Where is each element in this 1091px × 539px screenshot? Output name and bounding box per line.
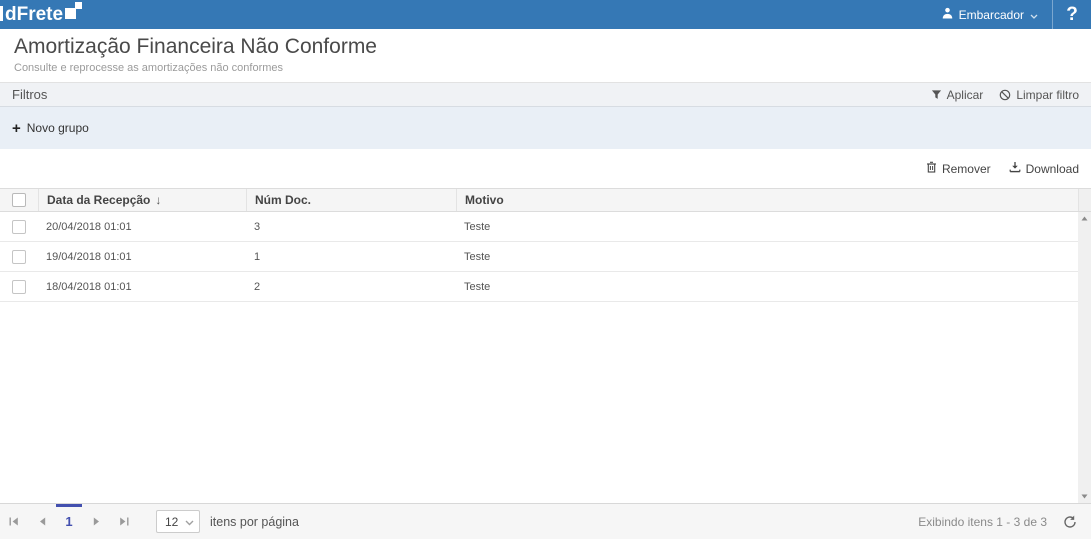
cell-data-recepcao: 19/04/2018 01:01 [38, 242, 246, 271]
logo-squares-icon [65, 1, 82, 21]
grid-body: 20/04/2018 01:01 3 Teste 19/04/2018 01:0… [0, 212, 1091, 503]
data-grid: Data da Recepção ↓ Núm Doc. Motivo 20/04… [0, 188, 1091, 503]
cell-num-doc: 3 [246, 212, 456, 241]
logo-cut-letter [0, 6, 3, 21]
cell-data-recepcao: 20/04/2018 01:01 [38, 212, 246, 241]
new-group-button[interactable]: + Novo grupo [12, 121, 89, 136]
column-header-motivo[interactable]: Motivo [456, 189, 1078, 211]
vertical-scrollbar[interactable] [1078, 212, 1091, 503]
clear-filter-button[interactable]: Limpar filtro [999, 88, 1079, 102]
cell-motivo: Teste [456, 212, 1078, 241]
page-heading-section: Amortização Financeira Não Conforme Cons… [0, 29, 1091, 83]
filter-builder-band: + Novo grupo [0, 107, 1091, 149]
select-all-cell [0, 189, 38, 211]
header-scrollbar-spacer [1078, 189, 1091, 211]
page-subtitle: Consulte e reprocesse as amortizações nã… [14, 62, 1077, 74]
next-page-button[interactable] [82, 504, 110, 539]
page-size-label: itens por página [210, 515, 299, 529]
trash-icon [926, 161, 937, 176]
column-header-num-doc[interactable]: Núm Doc. [246, 189, 456, 211]
first-page-button[interactable] [0, 504, 28, 539]
pager-bar: 1 12 itens por página Exibindo itens 1 -… [0, 503, 1091, 539]
cell-motivo: Teste [456, 242, 1078, 271]
apply-filter-button[interactable]: Aplicar [931, 88, 984, 102]
chevron-down-icon [185, 515, 194, 529]
plus-icon: + [12, 121, 21, 136]
app-header: dFrete Embarcador ? [0, 0, 1091, 29]
page-title: Amortização Financeira Não Conforme [14, 35, 1077, 59]
remove-label: Remover [942, 162, 991, 176]
user-menu-label: Embarcador [959, 8, 1024, 22]
circle-slash-icon [999, 89, 1011, 101]
cell-data-recepcao: 18/04/2018 01:01 [38, 272, 246, 301]
cell-motivo: Teste [456, 272, 1078, 301]
filters-title: Filtros [12, 87, 47, 102]
download-label: Download [1026, 162, 1079, 176]
cell-num-doc: 1 [246, 242, 456, 271]
scroll-down-icon [1081, 494, 1088, 499]
person-icon [942, 7, 953, 22]
clear-filter-label: Limpar filtro [1016, 88, 1079, 102]
cell-num-doc: 2 [246, 272, 456, 301]
refresh-button[interactable] [1063, 515, 1077, 529]
app-logo[interactable]: dFrete [0, 0, 82, 29]
help-button[interactable]: ? [1053, 0, 1091, 29]
filters-bar: Filtros Aplicar Limpar filtro [0, 83, 1091, 107]
sort-desc-icon: ↓ [155, 193, 161, 207]
apply-filter-label: Aplicar [947, 88, 984, 102]
user-menu-dropdown[interactable]: Embarcador [928, 0, 1052, 29]
grid-header-row: Data da Recepção ↓ Núm Doc. Motivo [0, 188, 1091, 212]
row-checkbox[interactable] [12, 280, 26, 294]
funnel-icon [931, 89, 942, 100]
grid-toolbar: Remover Download [0, 149, 1091, 188]
pager-status: Exibindo itens 1 - 3 de 3 [918, 515, 1047, 529]
page-number-current[interactable]: 1 [56, 504, 82, 539]
row-checkbox[interactable] [12, 220, 26, 234]
table-row[interactable]: 19/04/2018 01:01 1 Teste [0, 242, 1078, 272]
row-checkbox[interactable] [12, 250, 26, 264]
remove-button[interactable]: Remover [926, 161, 991, 176]
new-group-label: Novo grupo [27, 121, 89, 135]
download-icon [1009, 161, 1021, 176]
download-button[interactable]: Download [1009, 161, 1079, 176]
chevron-down-icon [1030, 8, 1038, 22]
logo-text: dFrete [5, 4, 63, 26]
last-page-button[interactable] [110, 504, 138, 539]
column-header-data-recepcao[interactable]: Data da Recepção ↓ [38, 189, 246, 211]
scroll-up-icon [1081, 216, 1088, 221]
table-row[interactable]: 20/04/2018 01:01 3 Teste [0, 212, 1078, 242]
previous-page-button[interactable] [28, 504, 56, 539]
column-label: Data da Recepção [47, 193, 150, 207]
page-size-select[interactable]: 12 [156, 510, 200, 533]
page-size-value: 12 [165, 515, 178, 529]
table-row[interactable]: 18/04/2018 01:01 2 Teste [0, 272, 1078, 302]
select-all-checkbox[interactable] [12, 193, 26, 207]
